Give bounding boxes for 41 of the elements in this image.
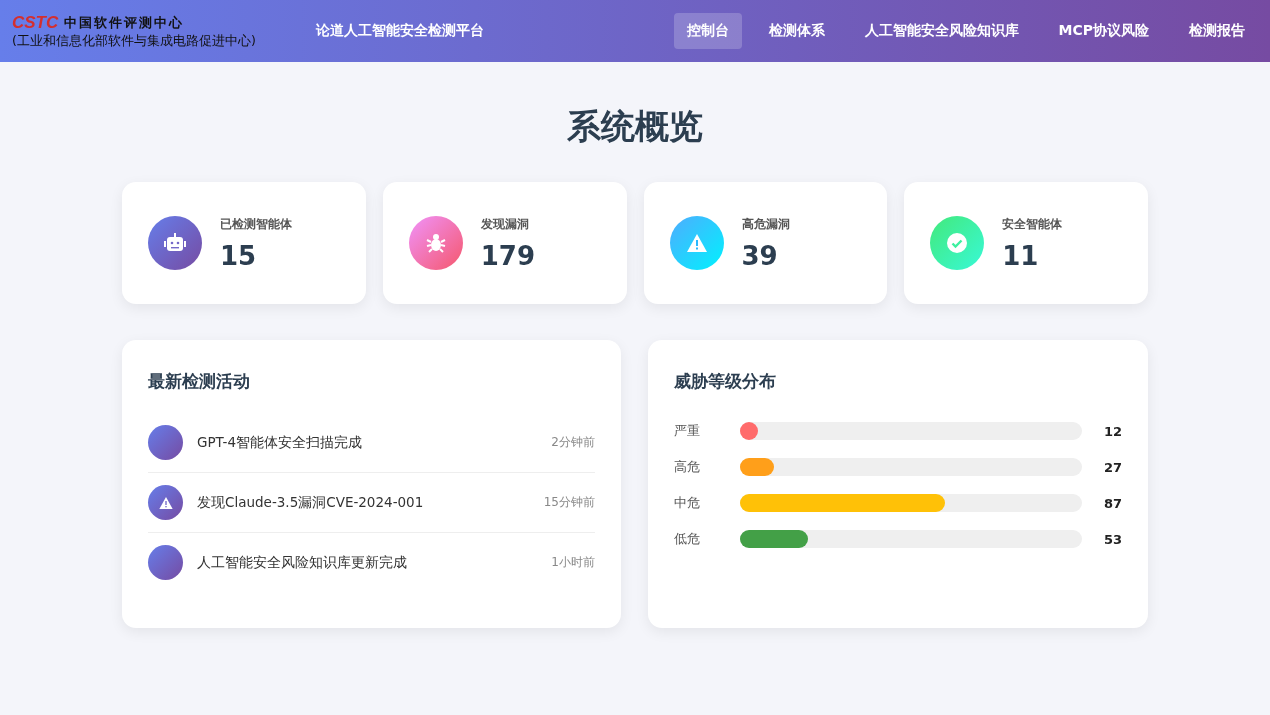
stat-label: 安全智能体 bbox=[1002, 215, 1063, 233]
page-title: 系统概览 bbox=[566, 105, 704, 148]
stat-value: 15 bbox=[220, 240, 258, 271]
activity-text: 发现Claude-3.5漏洞CVE-2024-001 bbox=[197, 493, 425, 512]
threat-label: 严重 bbox=[674, 422, 701, 440]
panel-title: 最新检测活动 bbox=[148, 370, 251, 393]
threat-label: 高危 bbox=[674, 458, 701, 476]
activity-time: 1小时前 bbox=[551, 554, 595, 571]
threat-count: 12 bbox=[1102, 423, 1122, 439]
nav-tab[interactable]: 检测报告 bbox=[1176, 13, 1258, 49]
threat-label: 低危 bbox=[674, 530, 701, 548]
threat-count: 53 bbox=[1102, 531, 1122, 547]
panel-title: 威胁等级分布 bbox=[674, 370, 777, 393]
stat-label: 高危漏洞 bbox=[741, 215, 790, 233]
org-name: 中国软件评测中心 bbox=[64, 13, 185, 32]
platform-title: 论道人工智能安全检测平台 bbox=[316, 22, 484, 40]
robot-icon bbox=[164, 233, 186, 253]
stat-value: 11 bbox=[1002, 240, 1040, 271]
activity-avatar bbox=[148, 545, 183, 580]
activity-text: GPT-4智能体安全扫描完成 bbox=[197, 433, 364, 452]
threat-label: 中危 bbox=[674, 494, 701, 512]
nav-tab[interactable]: MCP协议风险 bbox=[1045, 13, 1162, 49]
stat-value: 179 bbox=[480, 240, 536, 271]
activity-time: 15分钟前 bbox=[543, 494, 595, 511]
nav-tab[interactable]: 控制台 bbox=[673, 13, 742, 49]
warning-icon bbox=[686, 234, 707, 252]
warning-icon bbox=[158, 496, 173, 509]
threat-count: 87 bbox=[1102, 495, 1122, 511]
check-circle-icon bbox=[947, 233, 968, 253]
stat-value: 39 bbox=[741, 240, 779, 271]
activity-avatar bbox=[148, 425, 183, 460]
activity-text: 人工智能安全风险知识库更新完成 bbox=[197, 553, 408, 572]
nav-tab[interactable]: 检测体系 bbox=[755, 13, 838, 49]
activity-time: 2分钟前 bbox=[551, 434, 595, 451]
org-subtitle: (工业和信息化部软件与集成电路促进中心) bbox=[12, 32, 257, 50]
bug-icon bbox=[425, 233, 446, 253]
nav-tab[interactable]: 人工智能安全风险知识库 bbox=[851, 13, 1032, 49]
threat-count: 27 bbox=[1102, 459, 1122, 475]
logo: CSTC bbox=[12, 12, 59, 33]
stat-label: 已检测智能体 bbox=[220, 215, 292, 233]
stat-label: 发现漏洞 bbox=[480, 215, 530, 233]
